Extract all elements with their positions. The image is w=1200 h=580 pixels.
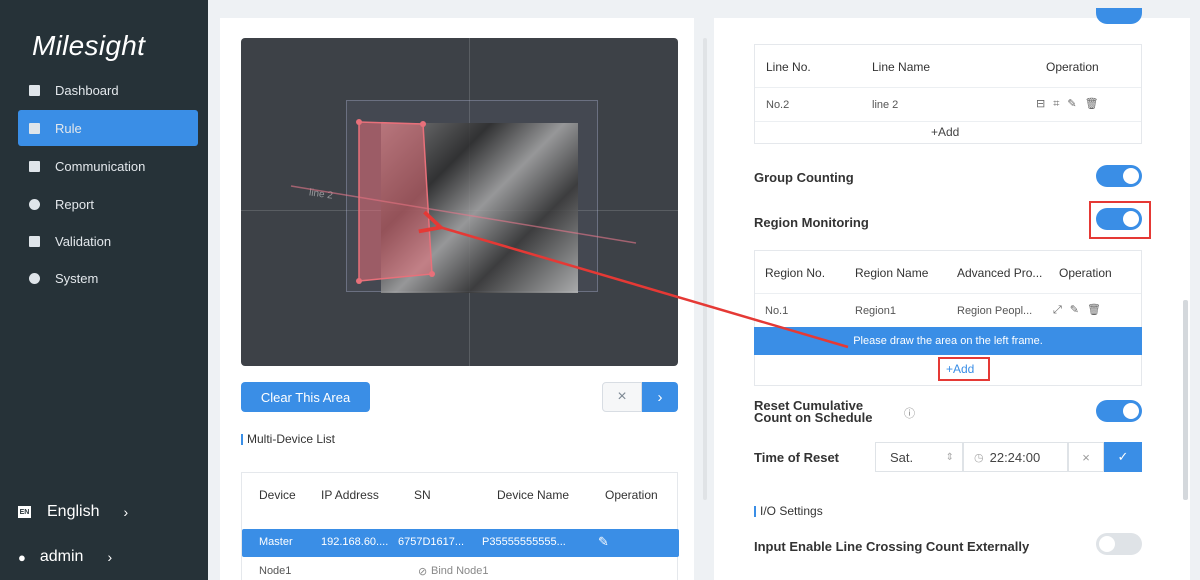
bind-node-link[interactable]: Bind Node1 — [431, 565, 489, 577]
device-cell: Node1 — [259, 565, 292, 577]
sidebar-item-label: Dashboard — [55, 82, 119, 98]
reset-schedule-toggle[interactable] — [1096, 400, 1142, 422]
logo: Milesight — [32, 30, 146, 61]
region-monitoring-label: Region Monitoring — [754, 215, 869, 230]
io-settings-label: I/O Settings — [760, 504, 823, 518]
confirm-time-button[interactable]: ✓ — [1104, 442, 1142, 472]
info-icon[interactable]: ⓘ — [904, 405, 915, 421]
settings-panel: Line No. Line Name Operation No.2 line 2… — [714, 8, 1190, 580]
region-name-cell: Region1 — [855, 305, 896, 317]
sidebar-item-report[interactable]: Report — [18, 186, 198, 222]
device-cell: Master — [259, 536, 293, 548]
sidebar: Milesight Dashboard Rule Communication R… — [0, 0, 208, 580]
scrollbar[interactable] — [1183, 300, 1188, 500]
sidebar-item-system[interactable]: System — [18, 260, 198, 296]
main-area: line 2 Clear This Area × › Multi-Device … — [208, 0, 1200, 580]
video-panel: line 2 Clear This Area × › Multi-Device … — [220, 18, 707, 580]
multi-device-label: Multi-Device List — [247, 432, 336, 446]
column-header: Line Name — [872, 60, 931, 74]
device-table: Device IP Address SN Device Name Operati… — [241, 472, 679, 580]
chevron-right-icon: › — [107, 549, 113, 565]
time-of-reset-label: Time of Reset — [754, 450, 840, 465]
group-counting-toggle[interactable] — [1096, 165, 1142, 187]
operation-icons[interactable]: ⤢✎🗑 — [1053, 303, 1109, 317]
sidebar-item-label: System — [55, 270, 99, 286]
sidebar-item-rule[interactable]: Rule — [18, 110, 198, 146]
draw-hint-banner: Please draw the area on the left frame. — [754, 327, 1142, 355]
language-label: English — [47, 503, 100, 520]
toggle-partial[interactable] — [1096, 8, 1142, 24]
column-header: Operation — [1046, 60, 1099, 74]
sidebar-item-label: Validation — [55, 233, 112, 249]
input-enable-label: Input Enable Line Crossing Count Externa… — [754, 539, 1030, 554]
name-cell: P35555555555... — [482, 536, 566, 548]
table-row[interactable]: Master 192.168.60.... 6757D1617... P3555… — [242, 529, 679, 557]
group-counting-label: Group Counting — [754, 170, 854, 185]
edit-icon[interactable]: ✎ — [598, 534, 609, 550]
next-button[interactable]: › — [642, 382, 678, 412]
sidebar-item-label: Rule — [55, 120, 82, 136]
column-header: Advanced Pro... — [957, 266, 1043, 280]
column-header: Region No. — [765, 266, 826, 280]
line-table: Line No. Line Name Operation No.2 line 2… — [754, 44, 1142, 144]
time-input[interactable]: ◷ 22:24:00 — [963, 442, 1068, 472]
video-preview[interactable]: line 2 — [241, 38, 678, 366]
stepper-icon: ⇕ — [945, 451, 954, 463]
input-enable-toggle[interactable] — [1096, 533, 1142, 555]
sidebar-item-label: Communication — [55, 158, 146, 174]
column-header: Device — [259, 488, 296, 502]
sidebar-item-communication[interactable]: Communication — [18, 148, 198, 184]
advanced-cell: Region Peopl... — [957, 305, 1033, 317]
time-value: 22:24:00 — [989, 449, 1041, 465]
column-header: Operation — [605, 488, 658, 502]
column-header: Device Name — [497, 488, 570, 502]
link-icon: ⊘ — [418, 566, 428, 578]
reset-schedule-label: Reset Cumulative Count on Schedule — [754, 399, 873, 425]
list-icon — [28, 122, 41, 134]
highlight-box — [938, 357, 990, 381]
ip-cell: 192.168.60.... — [321, 536, 389, 548]
play-icon — [28, 235, 41, 247]
sidebar-item-dashboard[interactable]: Dashboard — [18, 72, 198, 108]
sidebar-item-label: Report — [55, 196, 95, 212]
user-label: admin — [39, 548, 84, 565]
add-line-link[interactable]: +Add — [931, 125, 959, 139]
clear-area-button[interactable]: Clear This Area — [241, 382, 370, 412]
multi-device-title: Multi-Device List — [241, 432, 335, 446]
pie-chart-icon — [28, 198, 41, 210]
region-no-cell: No.1 — [765, 305, 789, 317]
day-value: Sat. — [890, 449, 914, 465]
operation-icons[interactable]: ⊟⌗✎🗑 — [1036, 97, 1107, 111]
column-header: Region Name — [855, 266, 929, 280]
section-bar — [241, 433, 243, 445]
clear-time-button[interactable]: × — [1068, 442, 1104, 472]
app-window: Milesight Dashboard Rule Communication R… — [0, 0, 1200, 580]
column-header: IP Address — [321, 488, 379, 502]
section-bar — [754, 505, 756, 517]
bar-chart-icon — [28, 84, 41, 96]
message-icon — [28, 160, 41, 172]
region-overlay[interactable] — [241, 38, 678, 366]
gear-icon — [28, 272, 41, 284]
line-name-cell: line 2 — [872, 99, 899, 111]
close-button[interactable]: × — [602, 382, 642, 412]
language-icon: EN — [18, 506, 31, 518]
column-header: Operation — [1059, 266, 1112, 280]
sidebar-item-validation[interactable]: Validation — [18, 223, 198, 259]
scrollbar[interactable] — [703, 38, 707, 500]
highlight-box — [1089, 201, 1151, 239]
io-settings-title: I/O Settings — [754, 504, 823, 518]
line-no-cell: No.2 — [766, 99, 790, 111]
column-header: SN — [414, 488, 431, 502]
chevron-right-icon: › — [123, 504, 129, 520]
language-selector[interactable]: EN English › — [18, 503, 128, 521]
clock-icon: ◷ — [974, 451, 984, 464]
day-select[interactable]: Sat. ⇕ — [875, 442, 963, 472]
column-header: Line No. — [766, 60, 811, 74]
sn-cell: 6757D1617... — [398, 536, 465, 548]
user-menu[interactable]: ● admin › — [18, 548, 112, 566]
user-icon: ● — [18, 549, 26, 565]
reset-label-line2: Count on Schedule — [754, 410, 873, 425]
